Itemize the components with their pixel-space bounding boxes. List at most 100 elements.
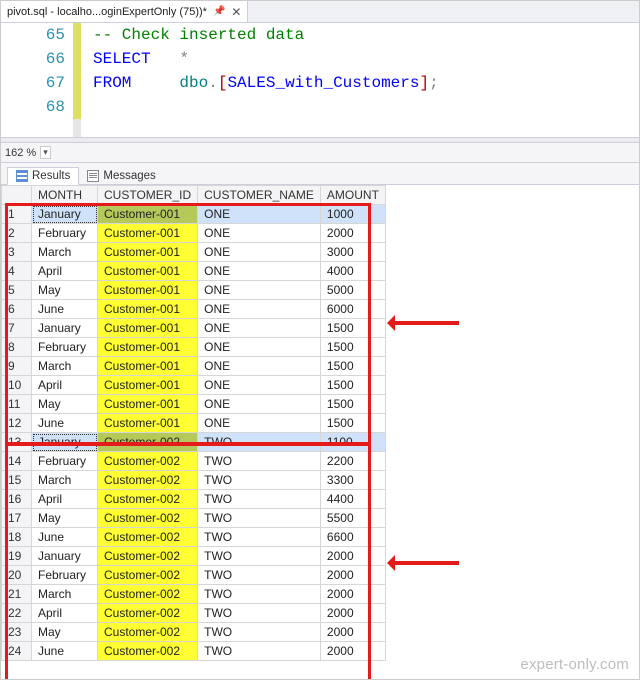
cell-rownum: 6 bbox=[2, 300, 32, 319]
table-row[interactable]: 21MarchCustomer-002TWO2000 bbox=[2, 585, 386, 604]
table-row[interactable]: 8FebruaryCustomer-001ONE1500 bbox=[2, 338, 386, 357]
change-marker bbox=[73, 23, 81, 119]
cell-customer-id: Customer-002 bbox=[98, 452, 198, 471]
table-row[interactable]: 20FebruaryCustomer-002TWO2000 bbox=[2, 566, 386, 585]
table-row[interactable]: 19JanuaryCustomer-002TWO2000 bbox=[2, 547, 386, 566]
col-month[interactable]: MONTH bbox=[32, 186, 98, 205]
cell-customer-name: ONE bbox=[198, 262, 321, 281]
table-row[interactable]: 22AprilCustomer-002TWO2000 bbox=[2, 604, 386, 623]
cell-customer-id: Customer-001 bbox=[98, 319, 198, 338]
cell-amount: 3300 bbox=[320, 471, 385, 490]
table-row[interactable]: 16AprilCustomer-002TWO4400 bbox=[2, 490, 386, 509]
cell-rownum: 21 bbox=[2, 585, 32, 604]
zoom-dropdown-icon[interactable]: ▾ bbox=[40, 146, 51, 159]
code-area[interactable]: -- Check inserted data SELECT * FROM dbo… bbox=[81, 23, 439, 137]
cell-customer-name: ONE bbox=[198, 281, 321, 300]
cell-customer-name: ONE bbox=[198, 205, 321, 224]
line-number: 67 bbox=[1, 71, 67, 95]
table-row[interactable]: 17MayCustomer-002TWO5500 bbox=[2, 509, 386, 528]
table-row[interactable]: 10AprilCustomer-001ONE1500 bbox=[2, 376, 386, 395]
cell-customer-id: Customer-001 bbox=[98, 300, 198, 319]
table-row[interactable]: 12JuneCustomer-001ONE1500 bbox=[2, 414, 386, 433]
cell-month: April bbox=[32, 262, 98, 281]
results-tabbar: Results Messages bbox=[1, 163, 639, 185]
table-row[interactable]: 2FebruaryCustomer-001ONE2000 bbox=[2, 224, 386, 243]
table-row[interactable]: 11MayCustomer-001ONE1500 bbox=[2, 395, 386, 414]
cell-customer-id: Customer-002 bbox=[98, 585, 198, 604]
cell-rownum: 15 bbox=[2, 471, 32, 490]
cell-customer-id: Customer-001 bbox=[98, 414, 198, 433]
code-line: SELECT * bbox=[93, 47, 439, 71]
cell-month: February bbox=[32, 566, 98, 585]
line-number: 68 bbox=[1, 95, 67, 119]
table-row[interactable]: 14FebruaryCustomer-002TWO2200 bbox=[2, 452, 386, 471]
cell-month: January bbox=[32, 205, 98, 224]
cell-rownum: 13 bbox=[2, 433, 32, 452]
cell-month: June bbox=[32, 528, 98, 547]
cell-month: April bbox=[32, 604, 98, 623]
cell-amount: 1500 bbox=[320, 319, 385, 338]
cell-month: January bbox=[32, 319, 98, 338]
sql-editor[interactable]: 65 66 67 68 -- Check inserted data SELEC… bbox=[1, 23, 639, 137]
pin-icon[interactable]: 📌 bbox=[213, 6, 225, 17]
cell-month: June bbox=[32, 414, 98, 433]
cell-customer-id: Customer-001 bbox=[98, 281, 198, 300]
cell-customer-id: Customer-001 bbox=[98, 262, 198, 281]
cell-amount: 3000 bbox=[320, 243, 385, 262]
cell-amount: 1500 bbox=[320, 414, 385, 433]
cell-customer-id: Customer-002 bbox=[98, 528, 198, 547]
col-customer-id[interactable]: CUSTOMER_ID bbox=[98, 186, 198, 205]
close-icon[interactable]: ✕ bbox=[231, 5, 241, 19]
table-row[interactable]: 13JanuaryCustomer-002TWO1100 bbox=[2, 433, 386, 452]
table-row[interactable]: 5MayCustomer-001ONE5000 bbox=[2, 281, 386, 300]
cell-rownum: 23 bbox=[2, 623, 32, 642]
cell-amount: 4000 bbox=[320, 262, 385, 281]
cell-customer-id: Customer-002 bbox=[98, 604, 198, 623]
cell-rownum: 9 bbox=[2, 357, 32, 376]
cell-amount: 2200 bbox=[320, 452, 385, 471]
cell-customer-name: TWO bbox=[198, 585, 321, 604]
results-grid-wrap: MONTH CUSTOMER_ID CUSTOMER_NAME AMOUNT 1… bbox=[1, 185, 639, 679]
cell-customer-id: Customer-002 bbox=[98, 509, 198, 528]
cell-month: June bbox=[32, 300, 98, 319]
table-row[interactable]: 18JuneCustomer-002TWO6600 bbox=[2, 528, 386, 547]
cell-customer-id: Customer-002 bbox=[98, 490, 198, 509]
cell-amount: 6600 bbox=[320, 528, 385, 547]
cell-amount: 4400 bbox=[320, 490, 385, 509]
table-row[interactable]: 1JanuaryCustomer-001ONE1000 bbox=[2, 205, 386, 224]
cell-month: May bbox=[32, 281, 98, 300]
cell-month: May bbox=[32, 509, 98, 528]
col-customer-name[interactable]: CUSTOMER_NAME bbox=[198, 186, 321, 205]
tab-messages[interactable]: Messages bbox=[79, 168, 163, 184]
cell-rownum: 3 bbox=[2, 243, 32, 262]
tab-messages-label: Messages bbox=[103, 170, 155, 182]
cell-rownum: 8 bbox=[2, 338, 32, 357]
cell-amount: 2000 bbox=[320, 566, 385, 585]
table-row[interactable]: 15MarchCustomer-002TWO3300 bbox=[2, 471, 386, 490]
code-line bbox=[93, 95, 439, 119]
cell-rownum: 20 bbox=[2, 566, 32, 585]
table-row[interactable]: 9MarchCustomer-001ONE1500 bbox=[2, 357, 386, 376]
file-tab-title: pivot.sql - localho...oginExpertOnly (75… bbox=[7, 6, 207, 18]
col-amount[interactable]: AMOUNT bbox=[320, 186, 385, 205]
cell-customer-id: Customer-001 bbox=[98, 395, 198, 414]
cell-customer-id: Customer-001 bbox=[98, 376, 198, 395]
tab-results[interactable]: Results bbox=[7, 167, 79, 185]
table-row[interactable]: 6JuneCustomer-001ONE6000 bbox=[2, 300, 386, 319]
table-row[interactable]: 24JuneCustomer-002TWO2000 bbox=[2, 642, 386, 661]
cell-customer-id: Customer-002 bbox=[98, 471, 198, 490]
cell-amount: 2000 bbox=[320, 547, 385, 566]
cell-month: May bbox=[32, 395, 98, 414]
table-row[interactable]: 3MarchCustomer-001ONE3000 bbox=[2, 243, 386, 262]
col-rownum[interactable] bbox=[2, 186, 32, 205]
zoom-value[interactable]: 162 % bbox=[5, 147, 36, 159]
cell-month: June bbox=[32, 642, 98, 661]
results-grid[interactable]: MONTH CUSTOMER_ID CUSTOMER_NAME AMOUNT 1… bbox=[1, 185, 386, 661]
editor-tabbar: pivot.sql - localho...oginExpertOnly (75… bbox=[1, 1, 639, 23]
line-number: 66 bbox=[1, 47, 67, 71]
table-row[interactable]: 4AprilCustomer-001ONE4000 bbox=[2, 262, 386, 281]
file-tab[interactable]: pivot.sql - localho...oginExpertOnly (75… bbox=[1, 1, 248, 22]
table-row[interactable]: 7JanuaryCustomer-001ONE1500 bbox=[2, 319, 386, 338]
table-row[interactable]: 23MayCustomer-002TWO2000 bbox=[2, 623, 386, 642]
cell-month: April bbox=[32, 490, 98, 509]
